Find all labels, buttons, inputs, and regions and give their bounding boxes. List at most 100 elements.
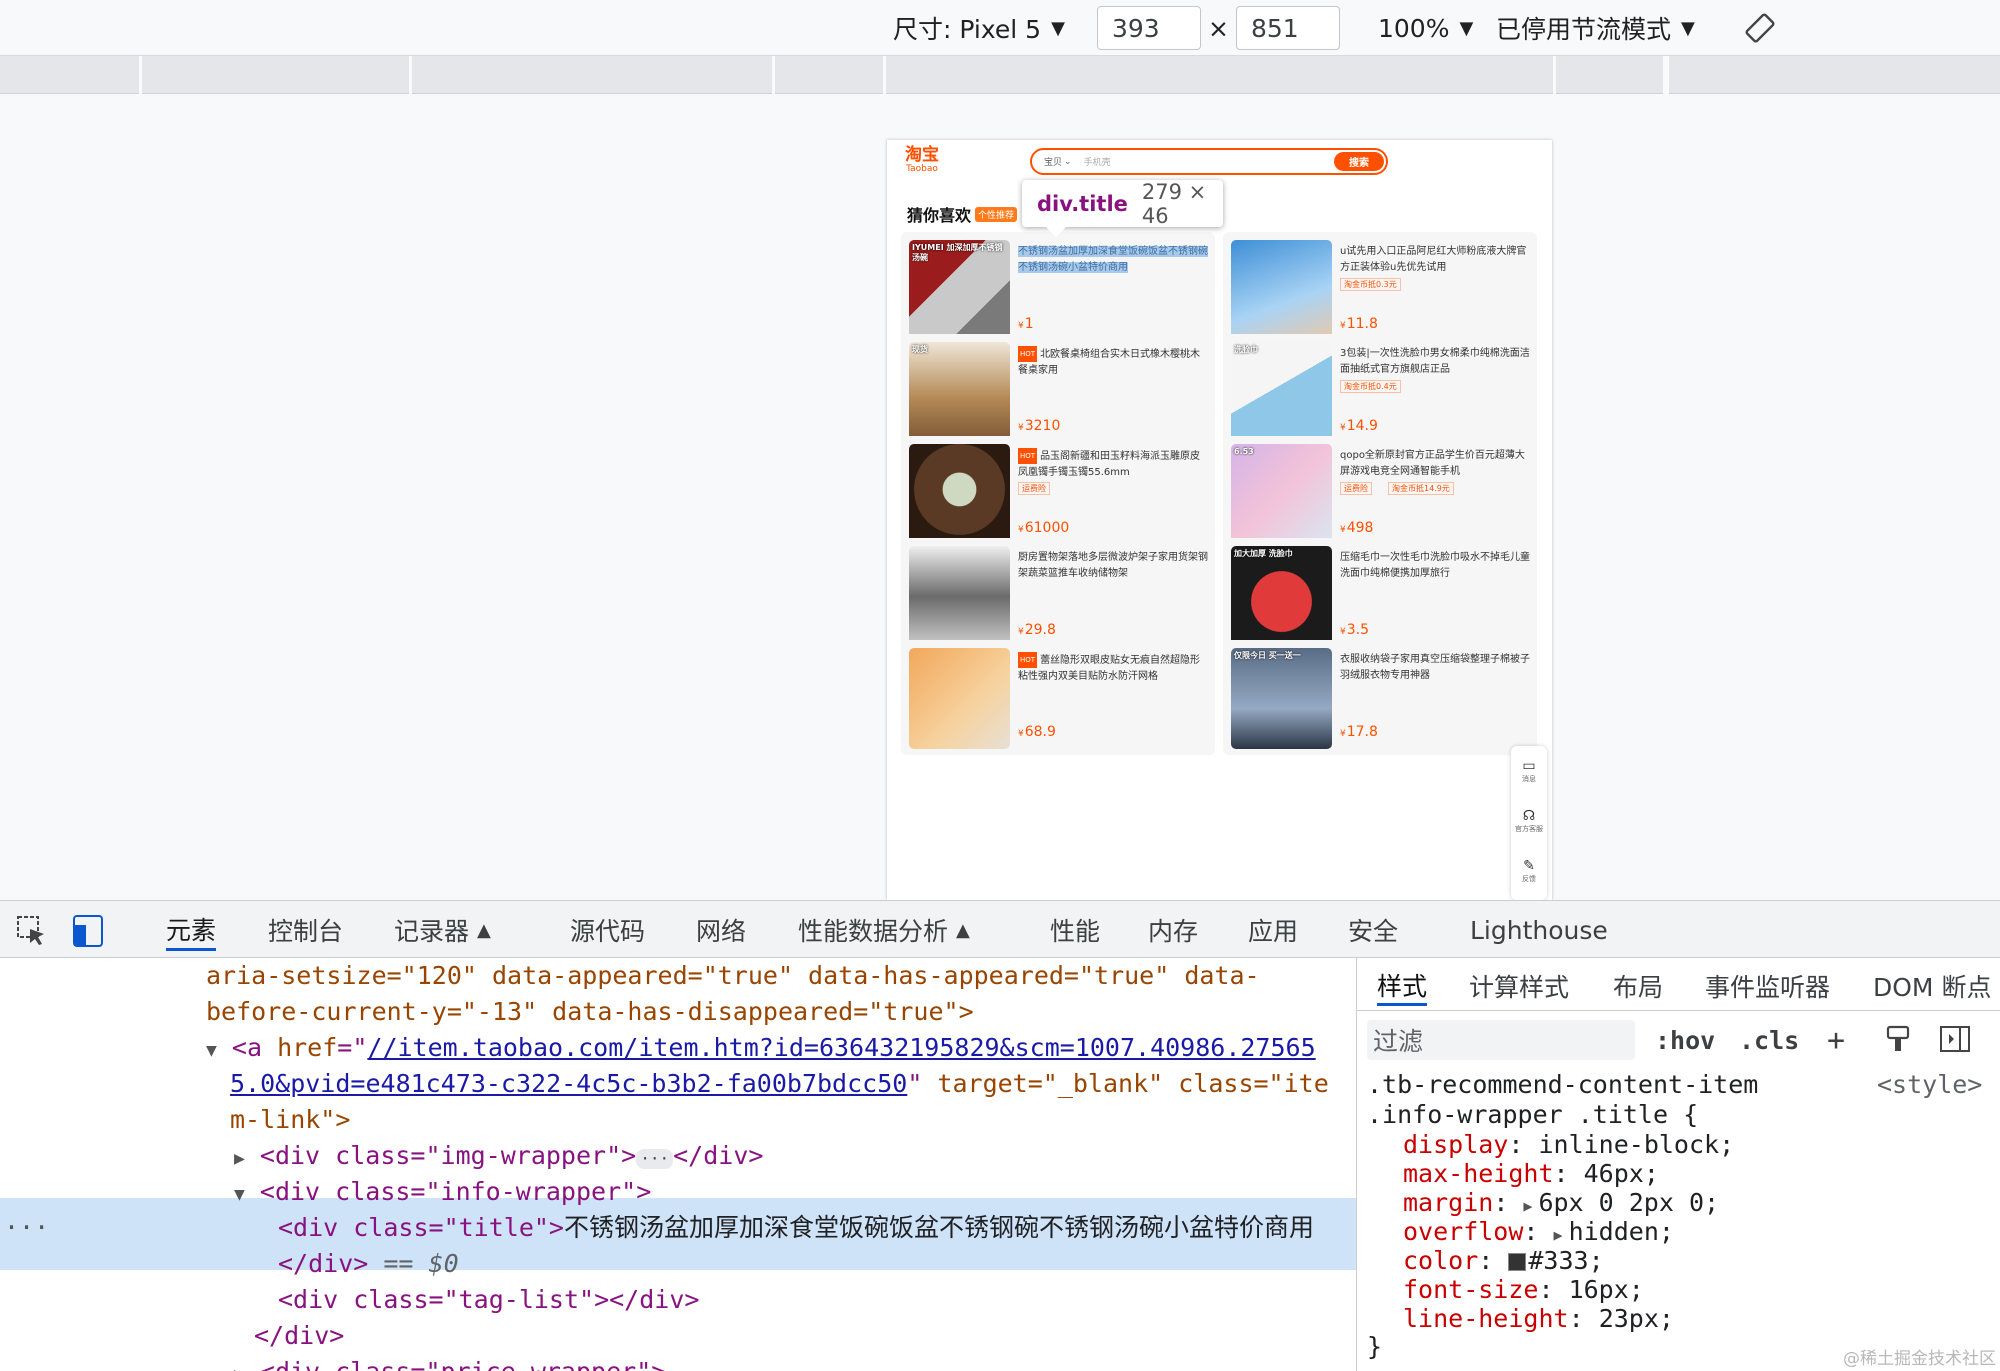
product-image[interactable] bbox=[909, 546, 1010, 647]
ellipsis-icon[interactable]: ··· bbox=[636, 1149, 674, 1169]
css-property-name[interactable]: color bbox=[1403, 1246, 1478, 1275]
product-card[interactable]: 现货 HOT 北欧餐桌椅组合实木日式橡木樱桃木餐桌家用 ¥3210 bbox=[901, 334, 1215, 449]
dom-line-img-wrapper[interactable]: ▶ <div class="img-wrapper"> ··· </div> bbox=[234, 1138, 763, 1177]
css-property-value[interactable]: 6px 0 2px 0; bbox=[1538, 1188, 1719, 1217]
rule-source-link[interactable]: <style> bbox=[1877, 1070, 1982, 1100]
ruler-segment[interactable] bbox=[412, 56, 775, 94]
dom-line[interactable]: </div> == $0 bbox=[278, 1246, 459, 1282]
dom-line[interactable]: ▶ <div class="price-wrapper"> bbox=[234, 1354, 666, 1371]
rule-selector[interactable]: .info-wrapper .title { bbox=[1367, 1100, 1698, 1130]
media-query-ruler[interactable] bbox=[0, 56, 2000, 94]
devtools-tab[interactable]: 记录器 ▲ bbox=[394, 909, 491, 951]
href-link[interactable]: //item.taobao.com/item.htm?id=6364321958… bbox=[367, 1033, 1315, 1062]
product-title[interactable]: HOT 蕾丝隐形双眼皮贴女无痕自然超隐形粘性强内双美目贴防水防汗网格 bbox=[1018, 652, 1208, 684]
product-card[interactable]: 洗脸巾 3包装|一次性洗脸巾男女棉柔巾纯棉洗面洁面抽纸式官方旗舰店正品 淘金币抵0.… bbox=[1223, 334, 1537, 449]
product-card[interactable]: HOT 蕾丝隐形双眼皮贴女无痕自然超隐形粘性强内双美目贴防水防汗网格 ¥68.9 bbox=[901, 640, 1215, 755]
triangle-down-icon[interactable]: ▼ bbox=[206, 1040, 217, 1061]
css-property-name[interactable]: max-height bbox=[1403, 1159, 1554, 1188]
dom-line[interactable]: aria-setsize="120" data-appeared="true" … bbox=[206, 958, 1260, 994]
feedback-button[interactable]: ✎ 反馈 bbox=[1511, 846, 1547, 896]
inspect-element-icon[interactable] bbox=[14, 913, 50, 949]
ruler-segment[interactable] bbox=[775, 56, 886, 94]
css-property-value[interactable]: 46px; bbox=[1584, 1159, 1659, 1188]
styles-tab[interactable]: 事件监听器 bbox=[1705, 966, 1830, 1006]
css-property[interactable]: line-height: 23px; bbox=[1403, 1304, 1674, 1334]
rule-selector[interactable]: .tb-recommend-content-item bbox=[1367, 1070, 1758, 1100]
devtools-tab[interactable]: 性能数据分析 ▲ bbox=[798, 909, 970, 951]
search-button[interactable]: 搜索 bbox=[1334, 152, 1384, 171]
product-image[interactable] bbox=[1231, 240, 1332, 341]
sidebar-toggle-icon[interactable] bbox=[1939, 1024, 1971, 1054]
devtools-tab[interactable]: Lighthouse bbox=[1470, 909, 1608, 951]
dom-line[interactable]: before-current-y="-13" data-has-disappea… bbox=[206, 994, 974, 1030]
message-button[interactable]: ▭ 消息 bbox=[1511, 746, 1547, 796]
ruler-segment[interactable] bbox=[886, 56, 1556, 94]
product-image[interactable]: 6.53 bbox=[1231, 444, 1332, 545]
ruler-segment[interactable] bbox=[142, 56, 412, 94]
devtools-tab[interactable]: 元素 bbox=[166, 909, 217, 951]
styles-filter-input[interactable]: 过滤 bbox=[1367, 1020, 1635, 1060]
product-card[interactable]: IYUMEI 加深加厚不锈钢汤碗 不锈钢汤盆加厚加深食堂饭碗饭盆不锈钢碗不锈钢汤碗… bbox=[901, 232, 1215, 347]
css-property-value[interactable]: inline-block; bbox=[1538, 1130, 1734, 1159]
cls-toggle[interactable]: .cls bbox=[1739, 1020, 1799, 1060]
product-card[interactable]: u试先用入口正品阿尼红大师粉底液大牌官方正装体验u先优先试用 淘金币抵0.3元 ¥1… bbox=[1223, 232, 1537, 347]
zoom-select[interactable]: 100% ▼ bbox=[1378, 6, 1473, 50]
styles-tab[interactable]: 布局 bbox=[1613, 966, 1663, 1006]
triangle-right-icon[interactable]: ▶ bbox=[234, 1148, 245, 1169]
width-input[interactable]: 393 bbox=[1097, 6, 1201, 50]
product-title[interactable]: HOT 北欧餐桌椅组合实木日式橡木樱桃木餐桌家用 bbox=[1018, 346, 1208, 378]
product-card[interactable]: 加大加厚 洗脸巾 压缩毛巾一次性毛巾洗脸巾吸水不掉毛儿童洗面巾纯棉便携加厚旅行 ¥3… bbox=[1223, 538, 1537, 653]
dom-line[interactable]: 5.0&pvid=e481c473-c322-4c5c-b3b2-fa00b7b… bbox=[230, 1066, 1329, 1102]
dom-line-info-wrapper[interactable]: ▼ <div class="info-wrapper"> bbox=[234, 1174, 651, 1213]
expand-arrow-icon[interactable]: ▶ bbox=[1554, 1226, 1563, 1244]
devtools-tab[interactable]: 网络 bbox=[696, 909, 746, 951]
product-image[interactable]: 加大加厚 洗脸巾 bbox=[1231, 546, 1332, 647]
throttle-select[interactable]: 已停用节流模式 ▼ bbox=[1496, 6, 1695, 50]
product-title[interactable]: 不锈钢汤盆加厚加深食堂饭碗饭盆不锈钢碗不锈钢汤碗小盆特价商用 bbox=[1018, 244, 1208, 276]
product-title[interactable]: u试先用入口正品阿尼红大师粉底液大牌官方正装体验u先优先试用 bbox=[1340, 244, 1530, 276]
product-image[interactable] bbox=[909, 648, 1010, 749]
css-property-value[interactable]: 23px; bbox=[1599, 1304, 1674, 1333]
hov-toggle[interactable]: :hov bbox=[1655, 1020, 1715, 1060]
dom-line[interactable]: </div> bbox=[254, 1318, 344, 1354]
color-swatch[interactable] bbox=[1508, 1253, 1527, 1271]
product-title[interactable]: 压缩毛巾一次性毛巾洗脸巾吸水不掉毛儿童洗面巾纯棉便携加厚旅行 bbox=[1340, 550, 1530, 582]
taobao-logo[interactable]: 淘宝 Taobao bbox=[905, 146, 939, 174]
product-card[interactable]: 6.53 qopo全新原封官方正品学生价百元超薄大屏游戏电竞全网通智能手机 运费险 淘… bbox=[1223, 436, 1537, 551]
service-button[interactable]: ☊ 官方客服 bbox=[1511, 796, 1547, 846]
paint-brush-icon[interactable] bbox=[1883, 1024, 1913, 1054]
product-card[interactable]: HOT 品玉阁新疆和田玉籽料海派玉雕原皮凤凰镯手镯玉镯55.6mm 运费险 ¥6100… bbox=[901, 436, 1215, 551]
triangle-right-icon[interactable]: ▶ bbox=[234, 1364, 245, 1371]
href-link[interactable]: 5.0&pvid=e481c473-c322-4c5c-b3b2-fa00b7b… bbox=[230, 1069, 907, 1098]
css-property-value[interactable]: 16px; bbox=[1569, 1275, 1644, 1304]
css-property[interactable]: color: #333; bbox=[1403, 1246, 1604, 1276]
css-property[interactable]: max-height: 46px; bbox=[1403, 1159, 1659, 1189]
styles-tab[interactable]: DOM 断点 bbox=[1873, 966, 1991, 1006]
product-image[interactable]: 洗脸巾 bbox=[1231, 342, 1332, 443]
product-image[interactable]: 仅限今日 买一送一 bbox=[1231, 648, 1332, 749]
product-image[interactable]: IYUMEI 加深加厚不锈钢汤碗 bbox=[909, 240, 1010, 341]
product-image[interactable]: 现货 bbox=[909, 342, 1010, 443]
css-property-value[interactable]: hidden; bbox=[1569, 1217, 1674, 1246]
devtools-tab[interactable]: 源代码 bbox=[570, 909, 645, 951]
product-title[interactable]: HOT 品玉阁新疆和田玉籽料海派玉雕原皮凤凰镯手镯玉镯55.6mm bbox=[1018, 448, 1208, 480]
height-input[interactable]: 851 bbox=[1236, 6, 1340, 50]
triangle-down-icon[interactable]: ▼ bbox=[234, 1184, 245, 1205]
ruler-segment[interactable] bbox=[0, 56, 142, 94]
add-rule-icon[interactable]: + bbox=[1827, 1020, 1845, 1060]
devtools-tab[interactable]: 控制台 bbox=[268, 909, 343, 951]
dom-line-title[interactable]: <div class="title">不锈钢汤盆加厚加深食堂饭碗饭盆不锈钢碗不锈… bbox=[278, 1210, 1314, 1246]
expand-arrow-icon[interactable]: ▶ bbox=[1523, 1197, 1532, 1215]
device-select[interactable]: 尺寸: Pixel 5 ▼ bbox=[893, 6, 1065, 50]
css-property[interactable]: font-size: 16px; bbox=[1403, 1275, 1644, 1305]
device-toggle-icon[interactable] bbox=[70, 913, 106, 949]
rotate-icon[interactable] bbox=[1744, 6, 1776, 50]
product-title[interactable]: 3包装|一次性洗脸巾男女棉柔巾纯棉洗面洁面抽纸式官方旗舰店正品 bbox=[1340, 346, 1530, 378]
product-title[interactable]: qopo全新原封官方正品学生价百元超薄大屏游戏电竞全网通智能手机 bbox=[1340, 448, 1530, 480]
product-card[interactable]: 仅限今日 买一送一 衣服收纳袋子家用真空压缩袋整理子棉被子羽绒服衣物专用神器 ¥17… bbox=[1223, 640, 1537, 755]
css-property-name[interactable]: overflow bbox=[1403, 1217, 1523, 1246]
devtools-tab[interactable]: 应用 bbox=[1248, 909, 1298, 951]
product-image[interactable] bbox=[909, 444, 1010, 545]
css-property-value[interactable]: #333; bbox=[1528, 1246, 1603, 1275]
search-input[interactable]: 手机壳 bbox=[1084, 155, 1111, 168]
